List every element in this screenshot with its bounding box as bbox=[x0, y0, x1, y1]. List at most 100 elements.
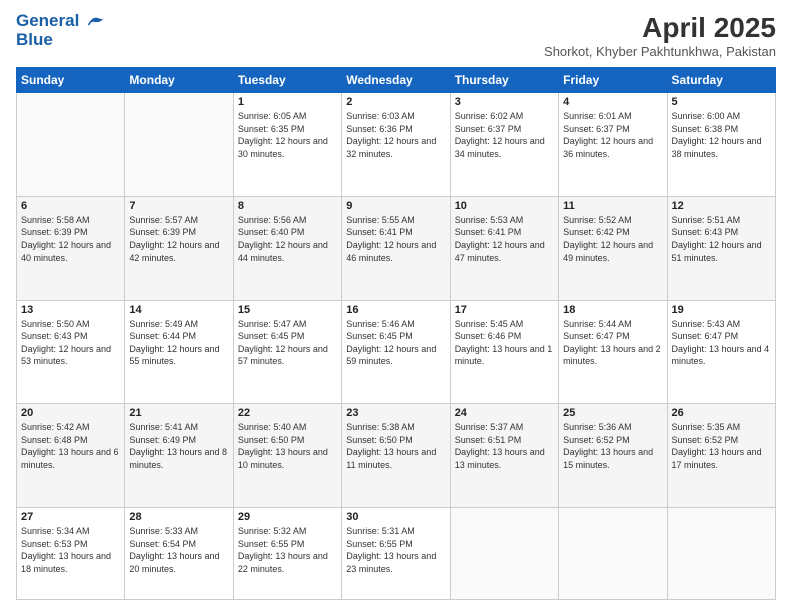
calendar-cell: 13Sunrise: 5:50 AM Sunset: 6:43 PM Dayli… bbox=[17, 300, 125, 404]
cell-info: Sunrise: 5:32 AM Sunset: 6:55 PM Dayligh… bbox=[238, 525, 337, 575]
weekday-header-wednesday: Wednesday bbox=[342, 68, 450, 93]
calendar-cell: 28 Sunrise: 5:33 AM Sunset: 6:54 PM Dayli… bbox=[125, 508, 233, 600]
cell-info: Sunrise: 6:03 AM Sunset: 6:36 PM Dayligh… bbox=[346, 110, 445, 160]
calendar-cell: 26 Sunrise: 5:35 AM Sunset: 6:52 PM Dayli… bbox=[667, 404, 775, 508]
day-number: 18 bbox=[563, 304, 662, 316]
calendar-cell: 3 Sunrise: 6:02 AM Sunset: 6:37 PM Daylig… bbox=[450, 93, 558, 197]
day-number: 25 bbox=[563, 407, 662, 419]
day-number: 13 bbox=[21, 304, 120, 316]
weekday-header-friday: Friday bbox=[559, 68, 667, 93]
day-number: 14 bbox=[129, 304, 228, 316]
calendar-week-row: 27Sunrise: 5:34 AM Sunset: 6:53 PM Dayli… bbox=[17, 508, 776, 600]
calendar-cell: 16 Sunrise: 5:46 AM Sunset: 6:45 PM Dayli… bbox=[342, 300, 450, 404]
calendar-cell: 7 Sunrise: 5:57 AM Sunset: 6:39 PM Daylig… bbox=[125, 196, 233, 300]
cell-info: Sunrise: 5:33 AM Sunset: 6:54 PM Dayligh… bbox=[129, 525, 228, 575]
day-number: 7 bbox=[129, 200, 228, 212]
weekday-header-sunday: Sunday bbox=[17, 68, 125, 93]
day-number: 4 bbox=[563, 96, 662, 108]
day-number: 2 bbox=[346, 96, 445, 108]
calendar-table: SundayMondayTuesdayWednesdayThursdayFrid… bbox=[16, 67, 776, 600]
calendar-week-row: 13Sunrise: 5:50 AM Sunset: 6:43 PM Dayli… bbox=[17, 300, 776, 404]
weekday-header-saturday: Saturday bbox=[667, 68, 775, 93]
calendar-cell: 8 Sunrise: 5:56 AM Sunset: 6:40 PM Daylig… bbox=[233, 196, 341, 300]
day-number: 22 bbox=[238, 407, 337, 419]
day-number: 29 bbox=[238, 511, 337, 523]
day-number: 11 bbox=[563, 200, 662, 212]
cell-info: Sunrise: 5:41 AM Sunset: 6:49 PM Dayligh… bbox=[129, 421, 228, 471]
day-number: 6 bbox=[21, 200, 120, 212]
cell-info: Sunrise: 5:35 AM Sunset: 6:52 PM Dayligh… bbox=[672, 421, 771, 471]
calendar-cell: 11 Sunrise: 5:52 AM Sunset: 6:42 PM Dayli… bbox=[559, 196, 667, 300]
cell-info: Sunrise: 5:56 AM Sunset: 6:40 PM Dayligh… bbox=[238, 214, 337, 264]
logo-bird-icon bbox=[86, 11, 106, 31]
calendar-cell: 20Sunrise: 5:42 AM Sunset: 6:48 PM Dayli… bbox=[17, 404, 125, 508]
cell-info: Sunrise: 5:34 AM Sunset: 6:53 PM Dayligh… bbox=[21, 525, 120, 575]
weekday-header-tuesday: Tuesday bbox=[233, 68, 341, 93]
day-number: 3 bbox=[455, 96, 554, 108]
calendar-cell: 2 Sunrise: 6:03 AM Sunset: 6:36 PM Daylig… bbox=[342, 93, 450, 197]
calendar-cell bbox=[125, 93, 233, 197]
cell-info: Sunrise: 5:46 AM Sunset: 6:45 PM Dayligh… bbox=[346, 318, 445, 368]
calendar-cell: 19 Sunrise: 5:43 AM Sunset: 6:47 PM Dayli… bbox=[667, 300, 775, 404]
calendar-cell bbox=[450, 508, 558, 600]
cell-info: Sunrise: 5:52 AM Sunset: 6:42 PM Dayligh… bbox=[563, 214, 662, 264]
calendar-cell: 25 Sunrise: 5:36 AM Sunset: 6:52 PM Dayli… bbox=[559, 404, 667, 508]
day-number: 30 bbox=[346, 511, 445, 523]
day-number: 21 bbox=[129, 407, 228, 419]
calendar-cell: 12Sunrise: 5:51 AM Sunset: 6:43 PM Dayli… bbox=[667, 196, 775, 300]
cell-info: Sunrise: 5:42 AM Sunset: 6:48 PM Dayligh… bbox=[21, 421, 120, 471]
cell-info: Sunrise: 6:05 AM Sunset: 6:35 PM Dayligh… bbox=[238, 110, 337, 160]
calendar-cell: 15 Sunrise: 5:47 AM Sunset: 6:45 PM Dayli… bbox=[233, 300, 341, 404]
calendar-cell: 14 Sunrise: 5:49 AM Sunset: 6:44 PM Dayli… bbox=[125, 300, 233, 404]
cell-info: Sunrise: 5:57 AM Sunset: 6:39 PM Dayligh… bbox=[129, 214, 228, 264]
cell-info: Sunrise: 6:00 AM Sunset: 6:38 PM Dayligh… bbox=[672, 110, 771, 160]
calendar-cell: 5Sunrise: 6:00 AM Sunset: 6:38 PM Daylig… bbox=[667, 93, 775, 197]
weekday-header-monday: Monday bbox=[125, 68, 233, 93]
calendar-cell: 23Sunrise: 5:38 AM Sunset: 6:50 PM Dayli… bbox=[342, 404, 450, 508]
day-number: 15 bbox=[238, 304, 337, 316]
title-area: April 2025 Shorkot, Khyber Pakhtunkhwa, … bbox=[544, 12, 776, 59]
cell-info: Sunrise: 5:55 AM Sunset: 6:41 PM Dayligh… bbox=[346, 214, 445, 264]
day-number: 10 bbox=[455, 200, 554, 212]
logo-blue: Blue bbox=[16, 31, 106, 50]
calendar-cell bbox=[17, 93, 125, 197]
cell-info: Sunrise: 5:47 AM Sunset: 6:45 PM Dayligh… bbox=[238, 318, 337, 368]
calendar-cell: 4 Sunrise: 6:01 AM Sunset: 6:37 PM Daylig… bbox=[559, 93, 667, 197]
calendar-week-row: 6 Sunrise: 5:58 AM Sunset: 6:39 PM Daylig… bbox=[17, 196, 776, 300]
day-number: 26 bbox=[672, 407, 771, 419]
location-subtitle: Shorkot, Khyber Pakhtunkhwa, Pakistan bbox=[544, 44, 776, 59]
day-number: 8 bbox=[238, 200, 337, 212]
calendar-cell: 17Sunrise: 5:45 AM Sunset: 6:46 PM Dayli… bbox=[450, 300, 558, 404]
calendar-cell: 21 Sunrise: 5:41 AM Sunset: 6:49 PM Dayli… bbox=[125, 404, 233, 508]
cell-info: Sunrise: 5:44 AM Sunset: 6:47 PM Dayligh… bbox=[563, 318, 662, 368]
calendar-cell: 30 Sunrise: 5:31 AM Sunset: 6:55 PM Dayli… bbox=[342, 508, 450, 600]
calendar-week-row: 20Sunrise: 5:42 AM Sunset: 6:48 PM Dayli… bbox=[17, 404, 776, 508]
calendar-cell: 1 Sunrise: 6:05 AM Sunset: 6:35 PM Daylig… bbox=[233, 93, 341, 197]
logo: General Blue bbox=[16, 12, 106, 49]
calendar-cell: 9Sunrise: 5:55 AM Sunset: 6:41 PM Daylig… bbox=[342, 196, 450, 300]
weekday-header-row: SundayMondayTuesdayWednesdayThursdayFrid… bbox=[17, 68, 776, 93]
cell-info: Sunrise: 6:02 AM Sunset: 6:37 PM Dayligh… bbox=[455, 110, 554, 160]
cell-info: Sunrise: 5:58 AM Sunset: 6:39 PM Dayligh… bbox=[21, 214, 120, 264]
cell-info: Sunrise: 5:53 AM Sunset: 6:41 PM Dayligh… bbox=[455, 214, 554, 264]
day-number: 1 bbox=[238, 96, 337, 108]
calendar-week-row: 1 Sunrise: 6:05 AM Sunset: 6:35 PM Daylig… bbox=[17, 93, 776, 197]
calendar-cell: 18 Sunrise: 5:44 AM Sunset: 6:47 PM Dayli… bbox=[559, 300, 667, 404]
calendar-cell: 10 Sunrise: 5:53 AM Sunset: 6:41 PM Dayli… bbox=[450, 196, 558, 300]
cell-info: Sunrise: 5:49 AM Sunset: 6:44 PM Dayligh… bbox=[129, 318, 228, 368]
day-number: 12 bbox=[672, 200, 771, 212]
day-number: 16 bbox=[346, 304, 445, 316]
cell-info: Sunrise: 5:31 AM Sunset: 6:55 PM Dayligh… bbox=[346, 525, 445, 575]
calendar-page: General Blue April 2025 Shorkot, Khyber … bbox=[0, 0, 792, 612]
calendar-cell: 24 Sunrise: 5:37 AM Sunset: 6:51 PM Dayli… bbox=[450, 404, 558, 508]
calendar-cell bbox=[559, 508, 667, 600]
cell-info: Sunrise: 6:01 AM Sunset: 6:37 PM Dayligh… bbox=[563, 110, 662, 160]
day-number: 19 bbox=[672, 304, 771, 316]
cell-info: Sunrise: 5:45 AM Sunset: 6:46 PM Dayligh… bbox=[455, 318, 554, 368]
cell-info: Sunrise: 5:43 AM Sunset: 6:47 PM Dayligh… bbox=[672, 318, 771, 368]
cell-info: Sunrise: 5:37 AM Sunset: 6:51 PM Dayligh… bbox=[455, 421, 554, 471]
weekday-header-thursday: Thursday bbox=[450, 68, 558, 93]
day-number: 28 bbox=[129, 511, 228, 523]
day-number: 24 bbox=[455, 407, 554, 419]
cell-info: Sunrise: 5:36 AM Sunset: 6:52 PM Dayligh… bbox=[563, 421, 662, 471]
